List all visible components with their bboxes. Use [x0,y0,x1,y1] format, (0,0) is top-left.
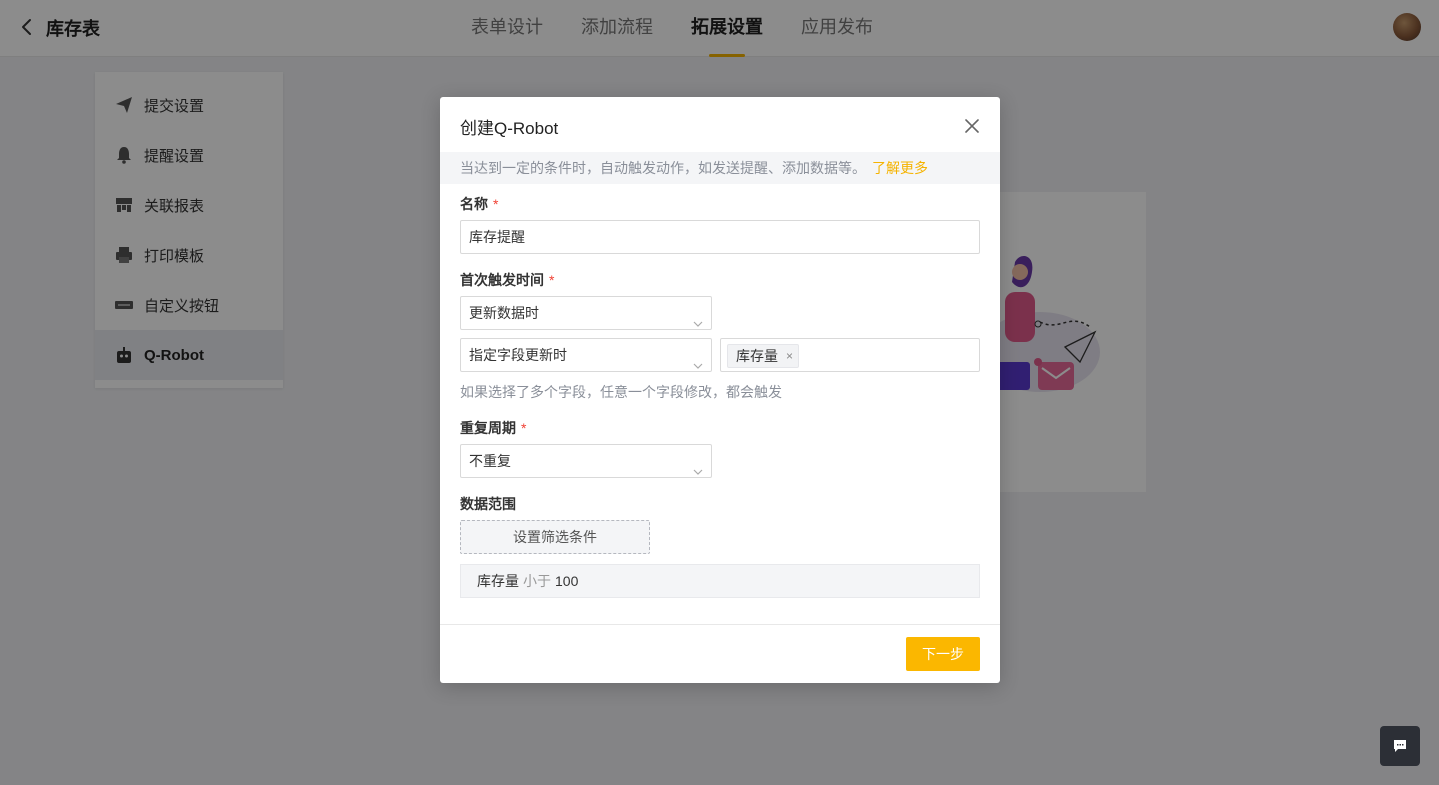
name-input[interactable]: 库存提醒 [460,220,980,254]
dialog-title: 创建Q-Robot [460,119,559,138]
required-mark: * [521,420,527,436]
field-tag-label: 库存量 [736,348,778,364]
dialog-tip: 当达到一定的条件时，自动触发动作，如发送提醒、添加数据等。 了解更多 [440,152,1000,184]
tip-text: 当达到一定的条件时，自动触发动作，如发送提醒、添加数据等。 [460,160,866,176]
name-label-text: 名称 [460,196,488,212]
field-multi-select[interactable]: 库存量 × [720,338,980,372]
field-mode-value: 指定字段更新时 [469,347,567,363]
chevron-down-icon [693,308,703,327]
chat-icon[interactable] [1380,726,1420,766]
required-mark: * [493,196,499,212]
field-mode-select[interactable]: 指定字段更新时 [460,338,712,372]
required-mark: * [549,272,555,288]
trigger-hint: 如果选择了多个字段，任意一个字段修改，都会触发 [460,384,782,400]
filter-field: 库存量 [477,573,519,589]
trigger-time-label-text: 首次触发时间 [460,272,544,288]
chevron-down-icon [693,350,703,369]
repeat-value: 不重复 [469,453,511,469]
repeat-label-text: 重复周期 [460,420,516,436]
field-tag: 库存量 × [727,344,799,368]
repeat-label: 重复周期 * [460,418,526,438]
filter-condition-row[interactable]: 库存量 小于 100 [460,564,980,598]
learn-more-link[interactable]: 了解更多 [872,160,928,176]
trigger-time-select[interactable]: 更新数据时 [460,296,712,330]
set-filter-button[interactable]: 设置筛选条件 [460,520,650,554]
footer-divider [440,624,1000,625]
next-step-button[interactable]: 下一步 [906,637,980,671]
name-label: 名称 * [460,194,498,214]
create-q-robot-dialog: 创建Q-Robot 当达到一定的条件时，自动触发动作，如发送提醒、添加数据等。了… [440,97,1000,683]
chevron-down-icon [693,456,703,475]
trigger-time-value: 更新数据时 [469,305,539,321]
data-scope-label: 数据范围 [460,496,516,512]
tag-close-icon[interactable]: × [786,345,793,367]
filter-value: 100 [555,573,579,589]
trigger-time-label: 首次触发时间 * [460,270,554,290]
close-icon[interactable] [962,116,982,136]
filter-operator: 小于 [523,573,551,589]
repeat-select[interactable]: 不重复 [460,444,712,478]
